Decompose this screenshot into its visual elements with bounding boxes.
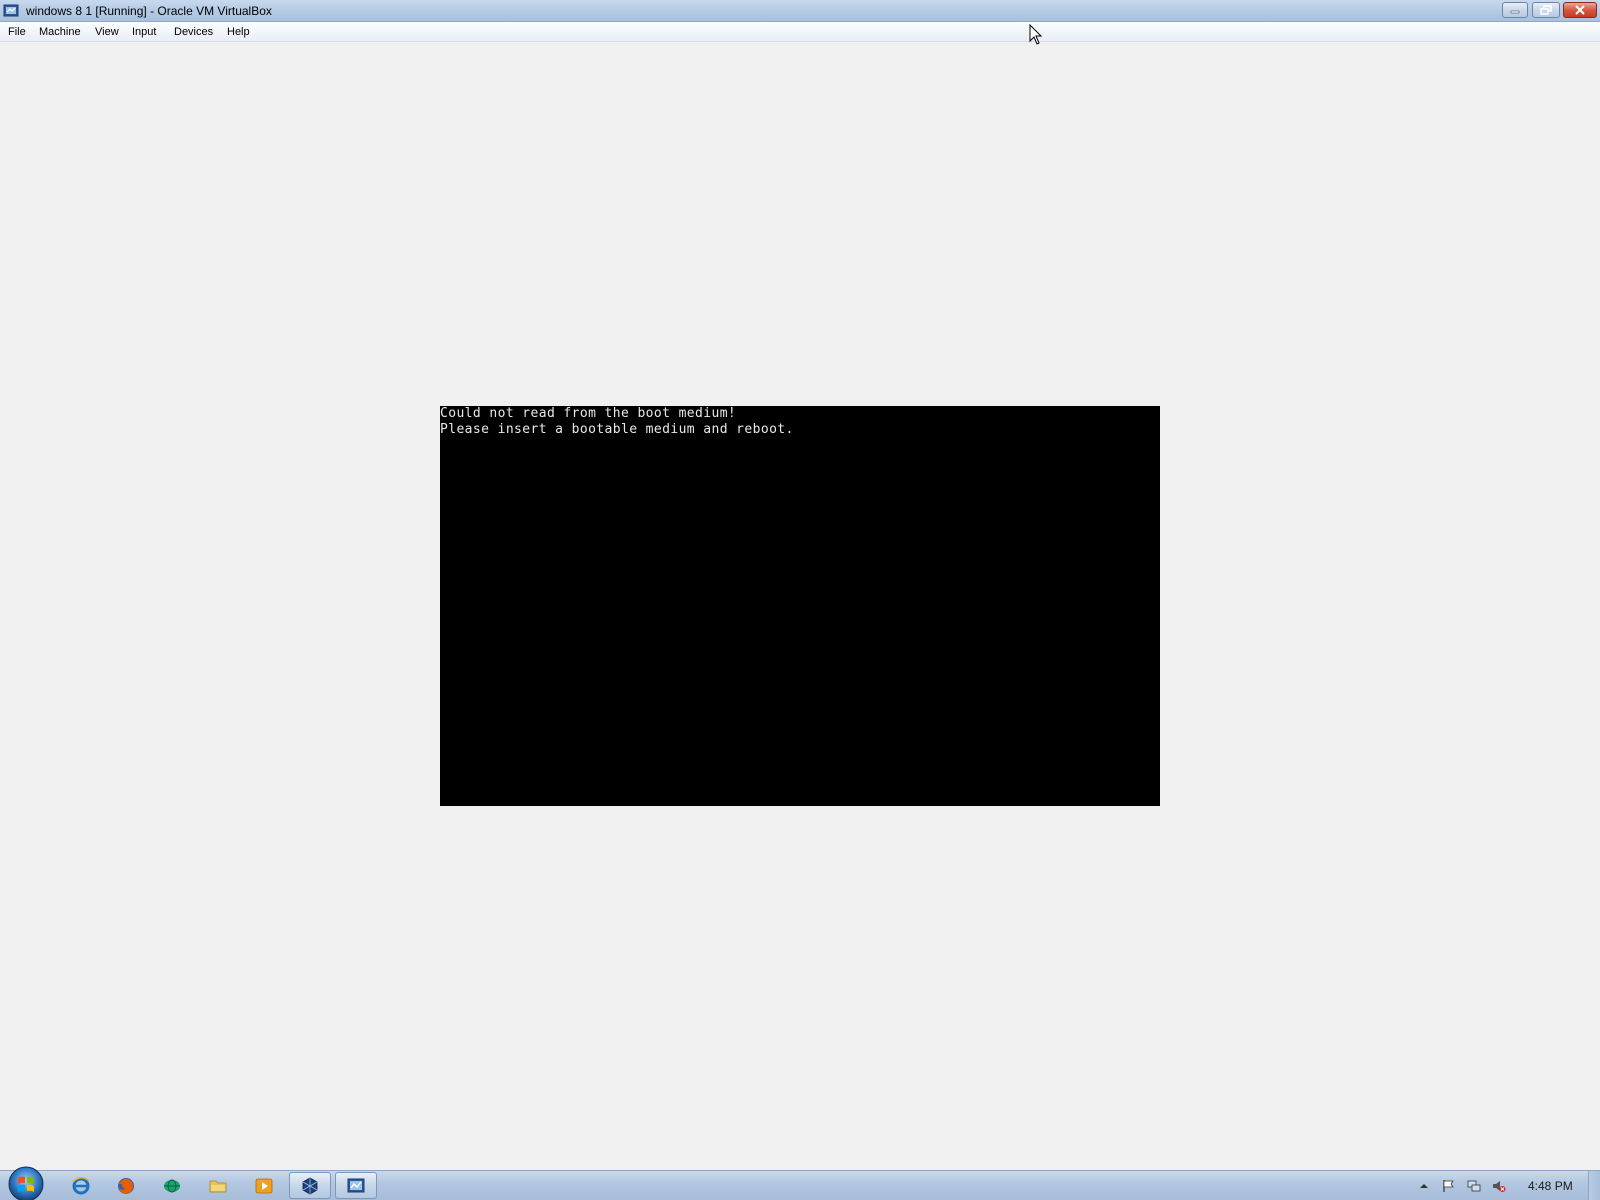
virtualbox-app-icon[interactable]	[3, 3, 19, 19]
internet-explorer-icon	[72, 1177, 90, 1195]
taskbar: 4:48 PM	[0, 1166, 1600, 1200]
boot-error-line: Could not read from the boot medium!	[440, 406, 737, 421]
menu-bar: File Machine View Input Devices Help	[0, 22, 1600, 42]
menu-input[interactable]: Input	[132, 25, 156, 39]
virtualbox-vm-task[interactable]	[335, 1172, 377, 1199]
media-player-button[interactable]	[253, 1175, 275, 1197]
vm-display[interactable]: Could not read from the boot medium! Ple…	[440, 406, 1160, 806]
network-globe-button[interactable]	[161, 1175, 183, 1197]
firefox-icon	[118, 1178, 134, 1194]
network-globe-icon	[164, 1179, 180, 1193]
title-bar[interactable]: windows 8 1 [Running] - Oracle VM Virtua…	[0, 0, 1600, 22]
virtualbox-manager-icon	[302, 1177, 318, 1195]
window-title: windows 8 1 [Running] - Oracle VM Virtua…	[26, 4, 272, 18]
minimize-icon	[1510, 10, 1520, 14]
restore-icon	[1540, 5, 1552, 15]
menu-help[interactable]: Help	[227, 25, 250, 39]
menu-view[interactable]: View	[95, 25, 119, 39]
virtualbox-vm-icon	[347, 1178, 365, 1193]
menu-machine[interactable]: Machine	[39, 25, 81, 39]
minimize-button[interactable]	[1502, 2, 1528, 18]
menu-file[interactable]: File	[8, 25, 26, 39]
action-center-flag-icon[interactable]	[1442, 1179, 1456, 1193]
close-button[interactable]	[1563, 2, 1597, 18]
mouse-pointer-icon	[1029, 24, 1043, 45]
virtualbox-manager-task[interactable]	[289, 1172, 331, 1199]
start-button[interactable]	[6, 1164, 46, 1200]
volume-muted-icon[interactable]	[1492, 1179, 1506, 1193]
menu-devices[interactable]: Devices	[174, 25, 213, 39]
close-icon	[1575, 5, 1585, 15]
media-player-icon	[255, 1178, 273, 1194]
virtualbox-window: windows 8 1 [Running] - Oracle VM Virtua…	[0, 0, 1600, 1200]
firefox-button[interactable]	[115, 1175, 137, 1197]
restore-button[interactable]	[1532, 2, 1560, 18]
internet-explorer-button[interactable]	[70, 1175, 92, 1197]
folder-button[interactable]	[207, 1175, 229, 1197]
folder-icon	[209, 1180, 227, 1193]
network-icon[interactable]	[1467, 1179, 1481, 1193]
boot-instruction-line: Please insert a bootable medium and rebo…	[440, 422, 794, 437]
taskbar-clock[interactable]: 4:48 PM	[1528, 1179, 1573, 1193]
show-hidden-icons-arrow-icon[interactable]	[1419, 1181, 1429, 1191]
show-desktop-button[interactable]	[1588, 1171, 1600, 1200]
